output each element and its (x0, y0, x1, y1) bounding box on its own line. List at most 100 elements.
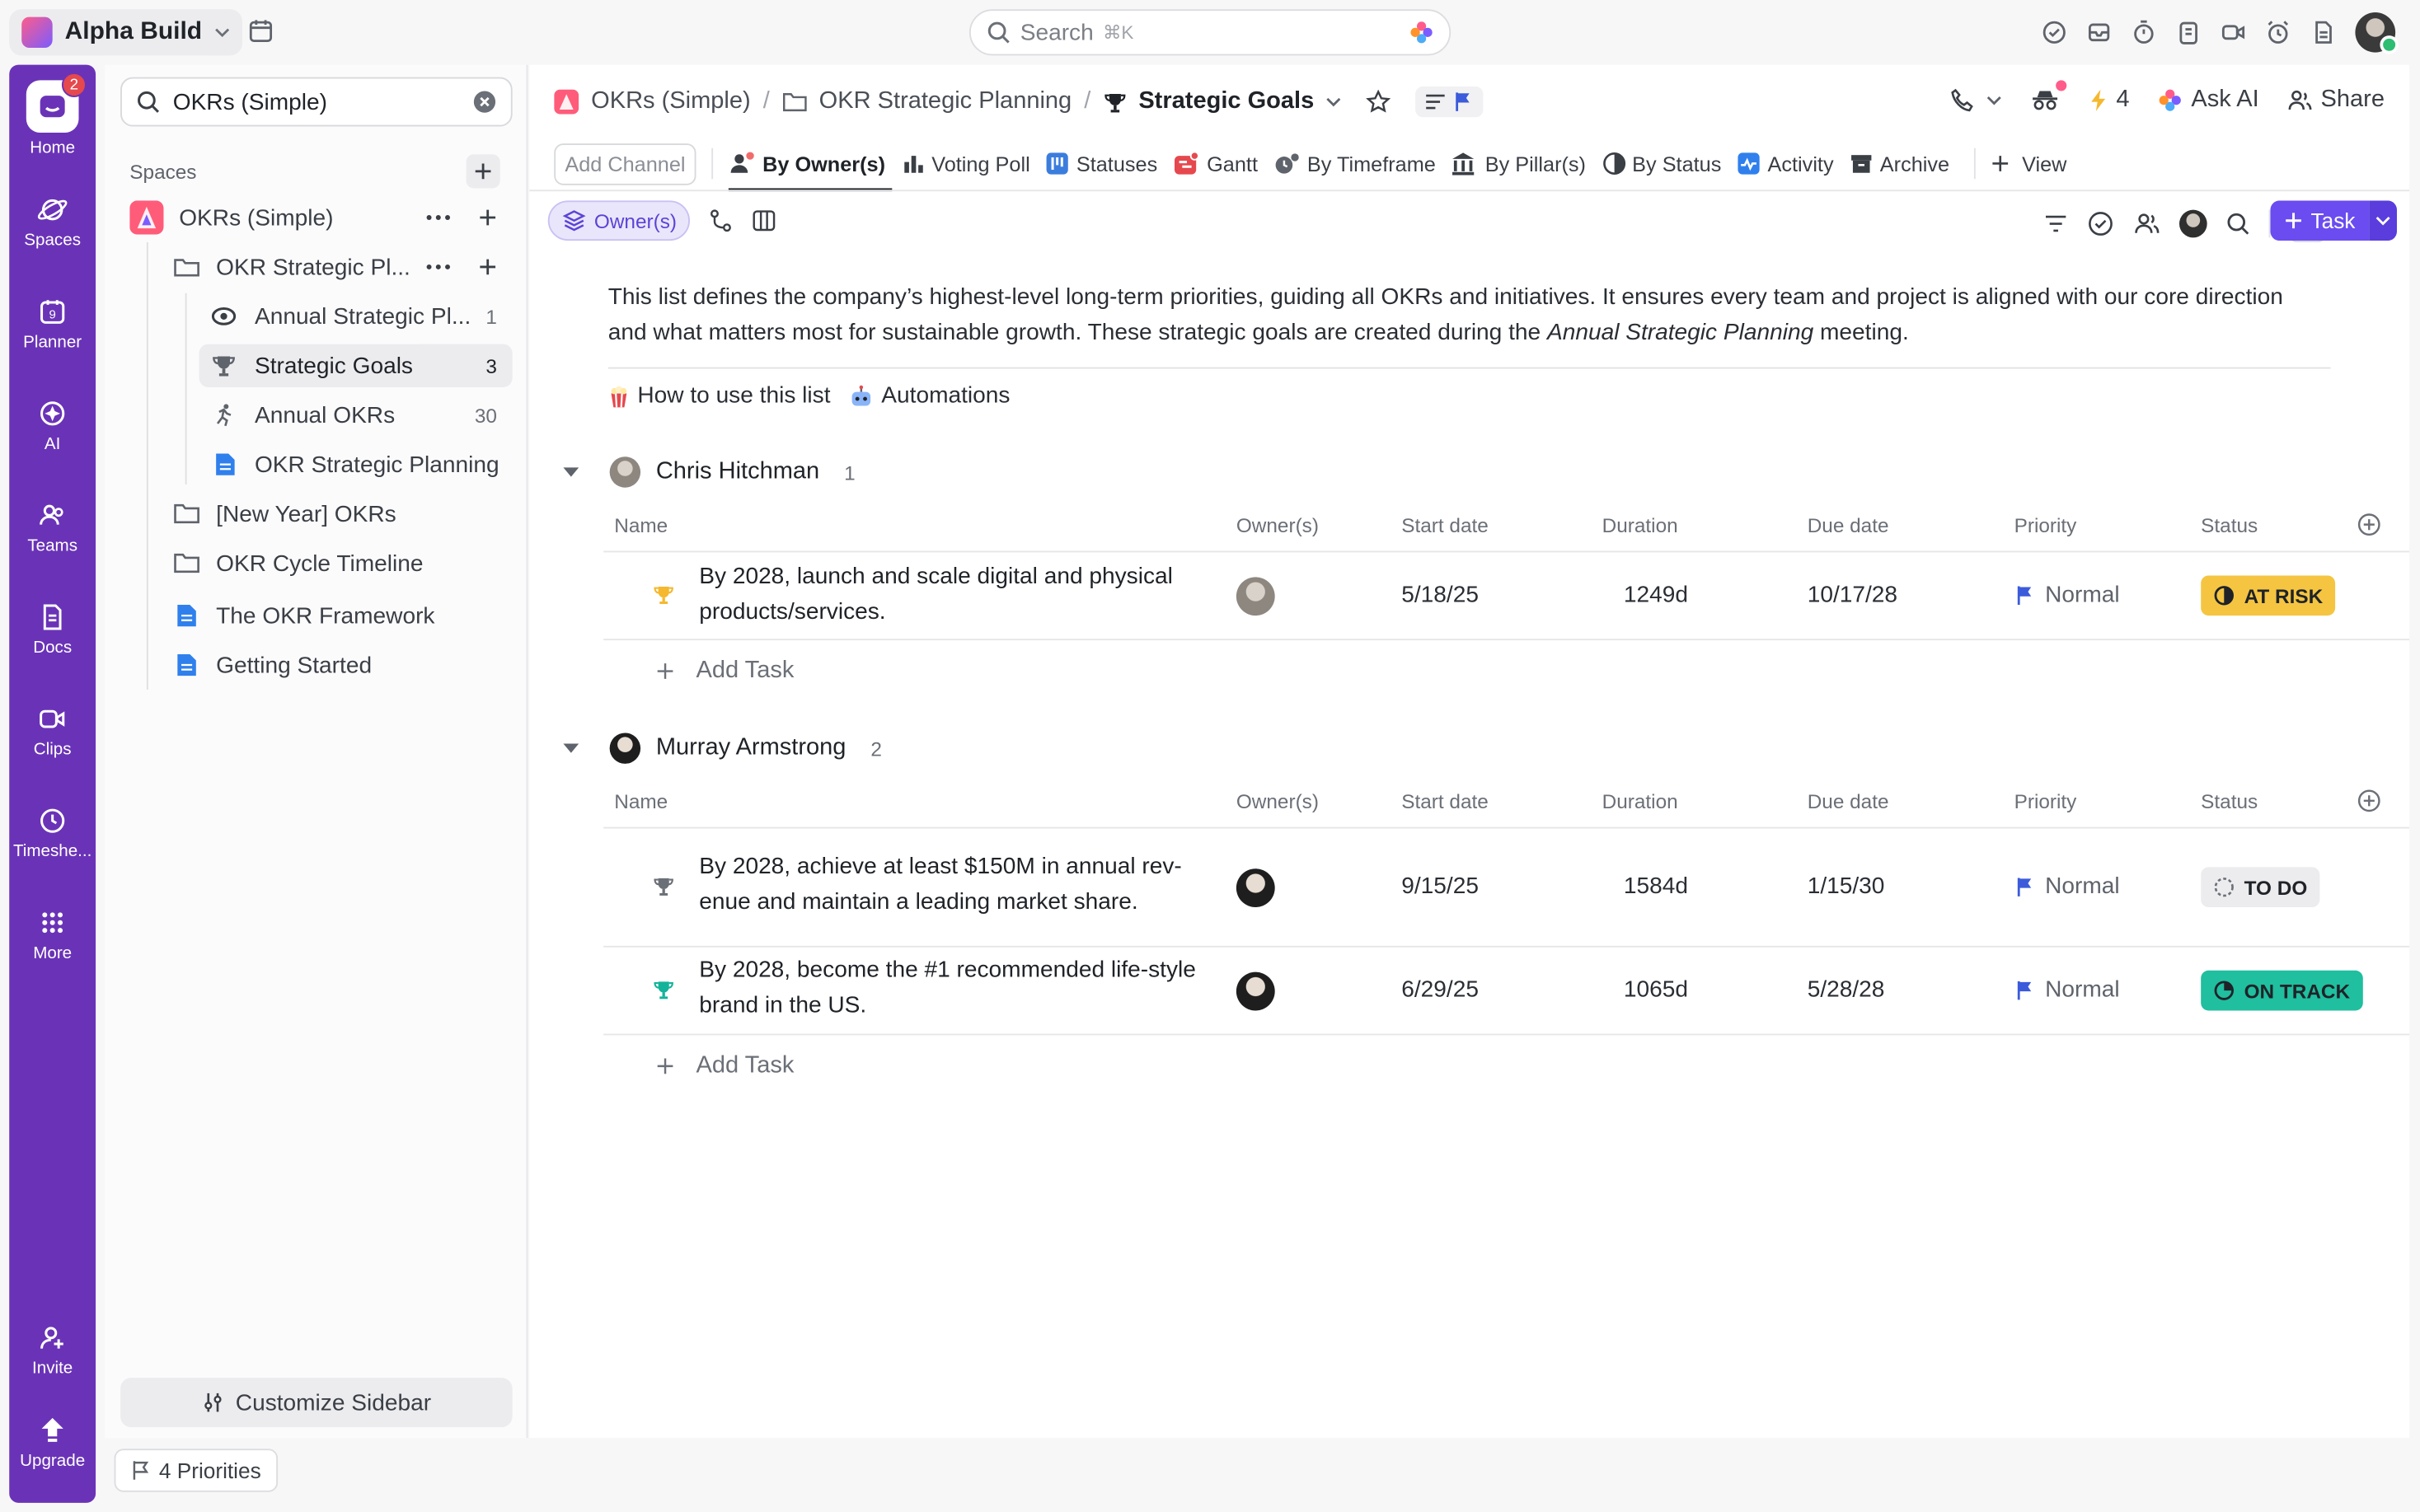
column-due-date[interactable]: Due date (1808, 790, 1889, 813)
tab-by-pillars[interactable]: By Pillar(s) (1452, 139, 1586, 189)
task-name[interactable]: By 2028, achieve at least $150M in annua… (699, 850, 1224, 920)
status-badge[interactable]: AT RISK (2201, 575, 2336, 616)
column-name[interactable]: Name (614, 514, 668, 537)
priority-cell[interactable]: Normal (2014, 976, 2120, 1003)
rail-docs[interactable]: Docs (9, 602, 96, 658)
check-circle-icon[interactable] (2087, 210, 2115, 238)
rail-teams[interactable]: Teams (9, 500, 96, 555)
task-name[interactable]: By 2028, launch and scale digital and ph… (699, 560, 1224, 630)
filter-icon[interactable] (2043, 212, 2068, 236)
sidebar-item-annual-okrs[interactable]: Annual OKRs 30 (199, 393, 513, 436)
rail-clips[interactable]: Clips (9, 704, 96, 759)
add-task-main[interactable]: Task (2270, 200, 2370, 241)
table-row[interactable]: By 2028, achieve at least $150M in annua… (529, 829, 2409, 946)
owner-avatar[interactable] (1236, 868, 1275, 908)
column-status[interactable]: Status (2201, 514, 2258, 537)
add-column-icon[interactable] (2357, 789, 2381, 813)
column-owners[interactable]: Owner(s) (1236, 790, 1319, 813)
share-button[interactable]: Share (2286, 87, 2385, 115)
workspace-switcher[interactable]: Alpha Build (9, 9, 242, 56)
group-by-chip[interactable]: Owner(s) (547, 200, 691, 241)
how-to-use-link[interactable]: How to use this list (608, 382, 830, 409)
start-date[interactable]: 6/29/25 (1401, 976, 1479, 1003)
tab-statuses[interactable]: Statuses (1045, 139, 1157, 189)
tab-gantt[interactable]: Gantt (1173, 139, 1258, 189)
column-duration[interactable]: Duration (1602, 514, 1678, 537)
document-icon[interactable] (2309, 18, 2337, 46)
columns-icon[interactable] (752, 208, 776, 233)
incognito-icon[interactable] (2029, 80, 2067, 113)
search-icon[interactable] (2225, 212, 2250, 236)
due-date[interactable]: 5/28/28 (1808, 976, 1885, 1003)
sidebar-item-new-year-okrs[interactable]: [New Year] OKRs (163, 492, 512, 535)
timer-icon[interactable] (2130, 18, 2158, 46)
tab-by-status[interactable]: By Status (1602, 139, 1721, 189)
notepad-icon[interactable] (2174, 18, 2202, 46)
rail-home[interactable]: 2 Home (9, 73, 96, 157)
list-options[interactable] (1415, 86, 1484, 118)
status-badge[interactable]: ON TRACK (2201, 970, 2363, 1011)
chevron-down-icon[interactable] (1326, 94, 1342, 110)
column-name[interactable]: Name (614, 790, 668, 813)
rail-timesheets[interactable]: Timeshe... (9, 805, 96, 861)
user-avatar[interactable] (2355, 12, 2399, 54)
sidebar-search-input[interactable]: OKRs (Simple) (120, 77, 513, 127)
sidebar-item-okr-strategic-planning-doc[interactable]: OKR Strategic Planning (199, 442, 513, 485)
due-date[interactable]: 10/17/28 (1808, 582, 1897, 608)
automations-link[interactable]: Automations (849, 382, 1010, 409)
plus-icon[interactable] (478, 208, 496, 227)
start-date[interactable]: 5/18/25 (1401, 582, 1479, 608)
subtasks-icon[interactable] (708, 208, 733, 233)
column-priority[interactable]: Priority (2014, 514, 2077, 537)
collapse-caret-icon[interactable] (563, 467, 579, 477)
collapse-caret-icon[interactable] (563, 743, 579, 753)
video-icon[interactable] (2220, 18, 2248, 46)
priorities-button[interactable]: 4 Priorities (114, 1449, 279, 1492)
start-date[interactable]: 9/15/25 (1401, 873, 1479, 900)
more-icon[interactable] (426, 264, 451, 269)
tab-by-timeframe[interactable]: By Timeframe (1273, 139, 1436, 189)
sidebar-item-okrs-simple[interactable]: OKRs (Simple) (124, 196, 513, 239)
customize-sidebar-button[interactable]: Customize Sidebar (120, 1378, 513, 1428)
add-channel-button[interactable]: Add Channel (554, 143, 696, 185)
group-header[interactable]: Murray Armstrong 2 (563, 728, 882, 769)
column-status[interactable]: Status (2201, 790, 2258, 813)
sidebar-item-okr-framework[interactable]: The OKR Framework (163, 594, 512, 637)
breadcrumb-space[interactable]: OKRs (Simple) (591, 88, 751, 116)
rail-spaces[interactable]: Spaces (9, 194, 96, 250)
plus-icon[interactable] (478, 258, 496, 276)
global-search[interactable]: Search ⌘K (968, 9, 1452, 56)
group-header[interactable]: Chris Hitchman 1 (563, 452, 856, 493)
clear-search-icon[interactable] (472, 90, 497, 115)
tab-activity[interactable]: Activity (1737, 139, 1834, 189)
column-owners[interactable]: Owner(s) (1236, 514, 1319, 537)
task-name[interactable]: By 2028, become the #1 recommended life-… (699, 953, 1224, 1023)
rail-planner[interactable]: 9 Planner (9, 297, 96, 352)
sidebar-item-strategic-goals[interactable]: Strategic Goals 3 (199, 344, 513, 387)
tab-by-owners[interactable]: By Owner(s) (728, 139, 891, 192)
add-column-icon[interactable] (2357, 513, 2381, 537)
add-task-row[interactable]: Add Task (656, 658, 794, 686)
column-priority[interactable]: Priority (2014, 790, 2077, 813)
star-icon[interactable] (1366, 89, 1391, 115)
rail-ai[interactable]: AI (9, 398, 96, 454)
table-row[interactable]: By 2028, become the #1 recommended life-… (529, 948, 2409, 1034)
add-task-row[interactable]: Add Task (656, 1052, 794, 1080)
sidebar-item-getting-started[interactable]: Getting Started (163, 644, 512, 686)
breadcrumb-current[interactable]: Strategic Goals (1138, 88, 1314, 116)
column-due-date[interactable]: Due date (1808, 514, 1889, 537)
sidebar-item-okr-cycle-timeline[interactable]: OKR Cycle Timeline (163, 541, 512, 584)
rail-invite[interactable]: Invite (9, 1322, 96, 1378)
add-task-dropdown[interactable] (2369, 200, 2397, 241)
alarm-icon[interactable] (2264, 18, 2292, 46)
column-start-date[interactable]: Start date (1401, 514, 1489, 537)
priority-cell[interactable]: Normal (2014, 873, 2120, 900)
rail-more[interactable]: More (9, 907, 96, 962)
owner-avatar[interactable] (1236, 577, 1275, 616)
add-task-button[interactable]: Task (2270, 200, 2397, 241)
inbox-icon[interactable] (2085, 18, 2113, 46)
automations-counter[interactable]: 4 (2089, 87, 2129, 115)
me-avatar[interactable] (2178, 209, 2207, 238)
calendar-icon[interactable] (247, 17, 275, 45)
tab-archive[interactable]: Archive (1849, 139, 1949, 189)
